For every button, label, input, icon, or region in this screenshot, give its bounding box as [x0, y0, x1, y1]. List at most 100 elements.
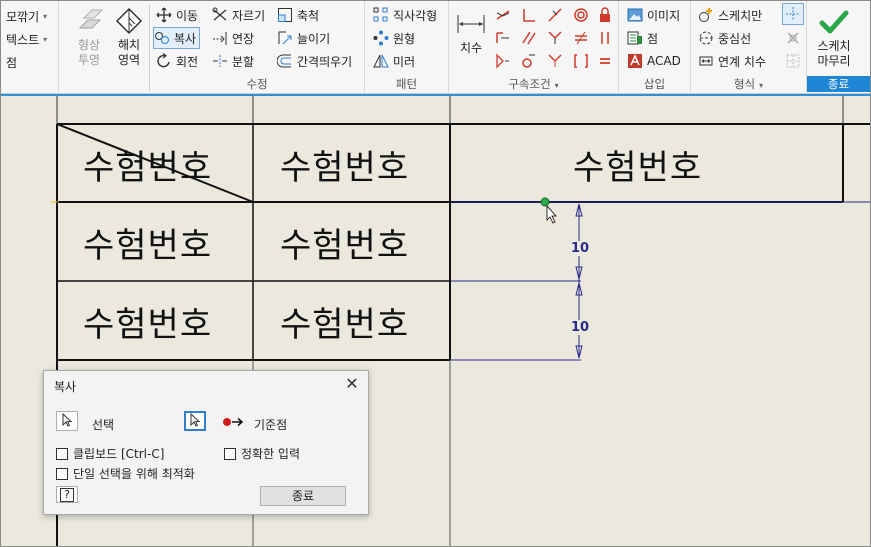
- table-cell-label[interactable]: 수험번호: [280, 218, 409, 267]
- text-caret-icon[interactable]: ▾: [43, 35, 47, 44]
- insert-acad-button[interactable]: ACAD: [627, 51, 681, 71]
- close-icon[interactable]: ✕: [344, 376, 360, 392]
- format-expand-caret-icon[interactable]: ▾: [759, 81, 763, 90]
- center-point-toggle-icon[interactable]: [783, 28, 803, 48]
- fix-constraint-lock-icon[interactable]: [595, 5, 615, 25]
- points-icon: [627, 30, 643, 46]
- construction-toggle-icon[interactable]: [782, 3, 804, 25]
- hatch-line2: 영역: [117, 53, 141, 67]
- checkbox-box[interactable]: [56, 447, 68, 460]
- vertical-constraint-icon[interactable]: [595, 28, 615, 48]
- circular-pattern-button[interactable]: 원형: [373, 28, 415, 48]
- base-point-icon: [222, 416, 246, 431]
- move-button[interactable]: 이동: [156, 5, 198, 25]
- snap-point-icon[interactable]: [540, 197, 550, 207]
- scale-label: 축척: [297, 8, 320, 23]
- done-button[interactable]: 종료: [260, 486, 346, 506]
- dimension-button[interactable]: 치수: [453, 9, 489, 56]
- coincident-constraint-icon[interactable]: [493, 5, 513, 25]
- smooth-constraint-icon[interactable]: [545, 28, 565, 48]
- panel-constrain-title[interactable]: 구속조건 ▾: [449, 76, 618, 92]
- table-cell-label[interactable]: 수험번호: [280, 297, 409, 346]
- rectangular-pattern-icon: [373, 7, 389, 23]
- finish-sketch-line2: 마무리: [817, 54, 851, 68]
- offset-button[interactable]: 간격띄우기: [276, 51, 352, 71]
- finish-check-icon: [819, 7, 849, 37]
- show-format-toggle-icon[interactable]: [783, 51, 803, 71]
- base-point-arrow-icon: [189, 412, 201, 430]
- table-cell-label[interactable]: 수험번호: [83, 297, 212, 346]
- project-geometry-button[interactable]: 형상 투영: [69, 6, 109, 68]
- fillet-button[interactable]: 모깎기 ▾: [6, 6, 47, 26]
- split-label: 분할: [232, 54, 255, 69]
- image-icon: [627, 7, 643, 23]
- dimension-value[interactable]: 10: [571, 320, 590, 335]
- insert-image-label: 이미지: [647, 8, 681, 23]
- constrain-expand-caret-icon[interactable]: ▾: [555, 81, 559, 90]
- optimize-single-selection-checkbox[interactable]: 단일 선택을 위해 최적화: [56, 465, 195, 482]
- text-button[interactable]: 텍스트 ▾: [6, 29, 47, 49]
- sketch-only-button[interactable]: 스케치만: [698, 5, 762, 25]
- copy-button[interactable]: 복사: [152, 27, 201, 49]
- driven-dimension-button[interactable]: 연계 치수: [698, 51, 766, 71]
- ribbon: 모깎기 ▾ 텍스트 ▾ 점 형상 투영 해치 영역 이동 자르기 축척 복사 연…: [1, 1, 870, 96]
- symmetric-constraint-icon[interactable]: [493, 51, 513, 71]
- finish-sketch-button[interactable]: 스케치 마무리: [811, 7, 857, 69]
- point-button[interactable]: 점: [6, 52, 17, 72]
- select-button[interactable]: [56, 411, 78, 431]
- clipboard-checkbox[interactable]: 클립보드 [Ctrl-C]: [56, 445, 164, 462]
- equal-length-constraint-icon[interactable]: [595, 51, 615, 71]
- driven-dimension-icon: [698, 53, 714, 69]
- table-cell-label[interactable]: 수험번호: [280, 140, 409, 189]
- stretch-button[interactable]: 늘이기: [277, 28, 330, 48]
- table-cell-label[interactable]: 수험번호: [83, 218, 212, 267]
- acad-icon: [627, 53, 643, 69]
- base-point-select-button[interactable]: [184, 411, 206, 431]
- table-cell-label[interactable]: 수험번호: [573, 140, 702, 189]
- split-button[interactable]: 분할: [212, 51, 254, 71]
- checkbox-box[interactable]: [224, 447, 236, 460]
- equal-constraint-icon[interactable]: [519, 51, 539, 71]
- move-icon: [156, 7, 172, 23]
- centerline-icon: [698, 30, 714, 46]
- select-label: 선택: [92, 418, 115, 432]
- perpendicular-constraint-icon[interactable]: [519, 5, 539, 25]
- finish-sketch-line1: 스케치: [817, 39, 851, 53]
- scale-button[interactable]: 축척: [277, 5, 319, 25]
- checkbox-box[interactable]: [56, 467, 68, 480]
- stretch-label: 늘이기: [297, 31, 331, 46]
- extend-label: 연장: [232, 31, 255, 46]
- project-geometry-line2: 투영: [77, 53, 101, 67]
- parallel-constraint-icon[interactable]: [519, 28, 539, 48]
- help-button[interactable]: ?: [56, 486, 78, 503]
- rotate-icon: [156, 53, 172, 69]
- rotate-button[interactable]: 회전: [156, 51, 198, 71]
- dimension-value[interactable]: 10: [571, 241, 590, 256]
- fillet-caret-icon[interactable]: ▾: [43, 12, 47, 21]
- insert-points-button[interactable]: 점: [627, 28, 658, 48]
- rectangular-pattern-button[interactable]: 직사각형: [373, 5, 437, 25]
- trim-button[interactable]: 자르기: [212, 5, 265, 25]
- precise-input-checkbox[interactable]: 정확한 입력: [224, 445, 300, 462]
- centerline-button[interactable]: 중심선: [698, 28, 751, 48]
- tangent-constraint-icon[interactable]: [545, 5, 565, 25]
- dimension-icon: [456, 9, 486, 39]
- dimension-label: 치수: [459, 41, 483, 55]
- sketch-only-icon: [698, 7, 714, 23]
- symmetry-bracket-constraint-icon[interactable]: [571, 51, 591, 71]
- concentric-constraint-icon[interactable]: [571, 5, 591, 25]
- circular-pattern-icon: [373, 30, 389, 46]
- angle-constraint-icon[interactable]: [545, 51, 565, 71]
- mirror-button[interactable]: 미러: [373, 51, 415, 71]
- horizontal-constraint-icon[interactable]: [571, 28, 591, 48]
- hatch-button[interactable]: 해치 영역: [111, 6, 147, 68]
- panel-format-title[interactable]: 형식 ▾: [691, 76, 806, 92]
- insert-image-button[interactable]: 이미지: [627, 5, 680, 25]
- table-cell-label[interactable]: 수험번호: [83, 140, 212, 189]
- point-label: 점: [6, 55, 18, 70]
- collinear-constraint-icon[interactable]: [493, 28, 513, 48]
- extend-icon: [212, 30, 228, 46]
- panel-insert-title: 삽입: [643, 77, 666, 91]
- extend-button[interactable]: 연장: [212, 28, 254, 48]
- text-label: 텍스트: [6, 32, 40, 47]
